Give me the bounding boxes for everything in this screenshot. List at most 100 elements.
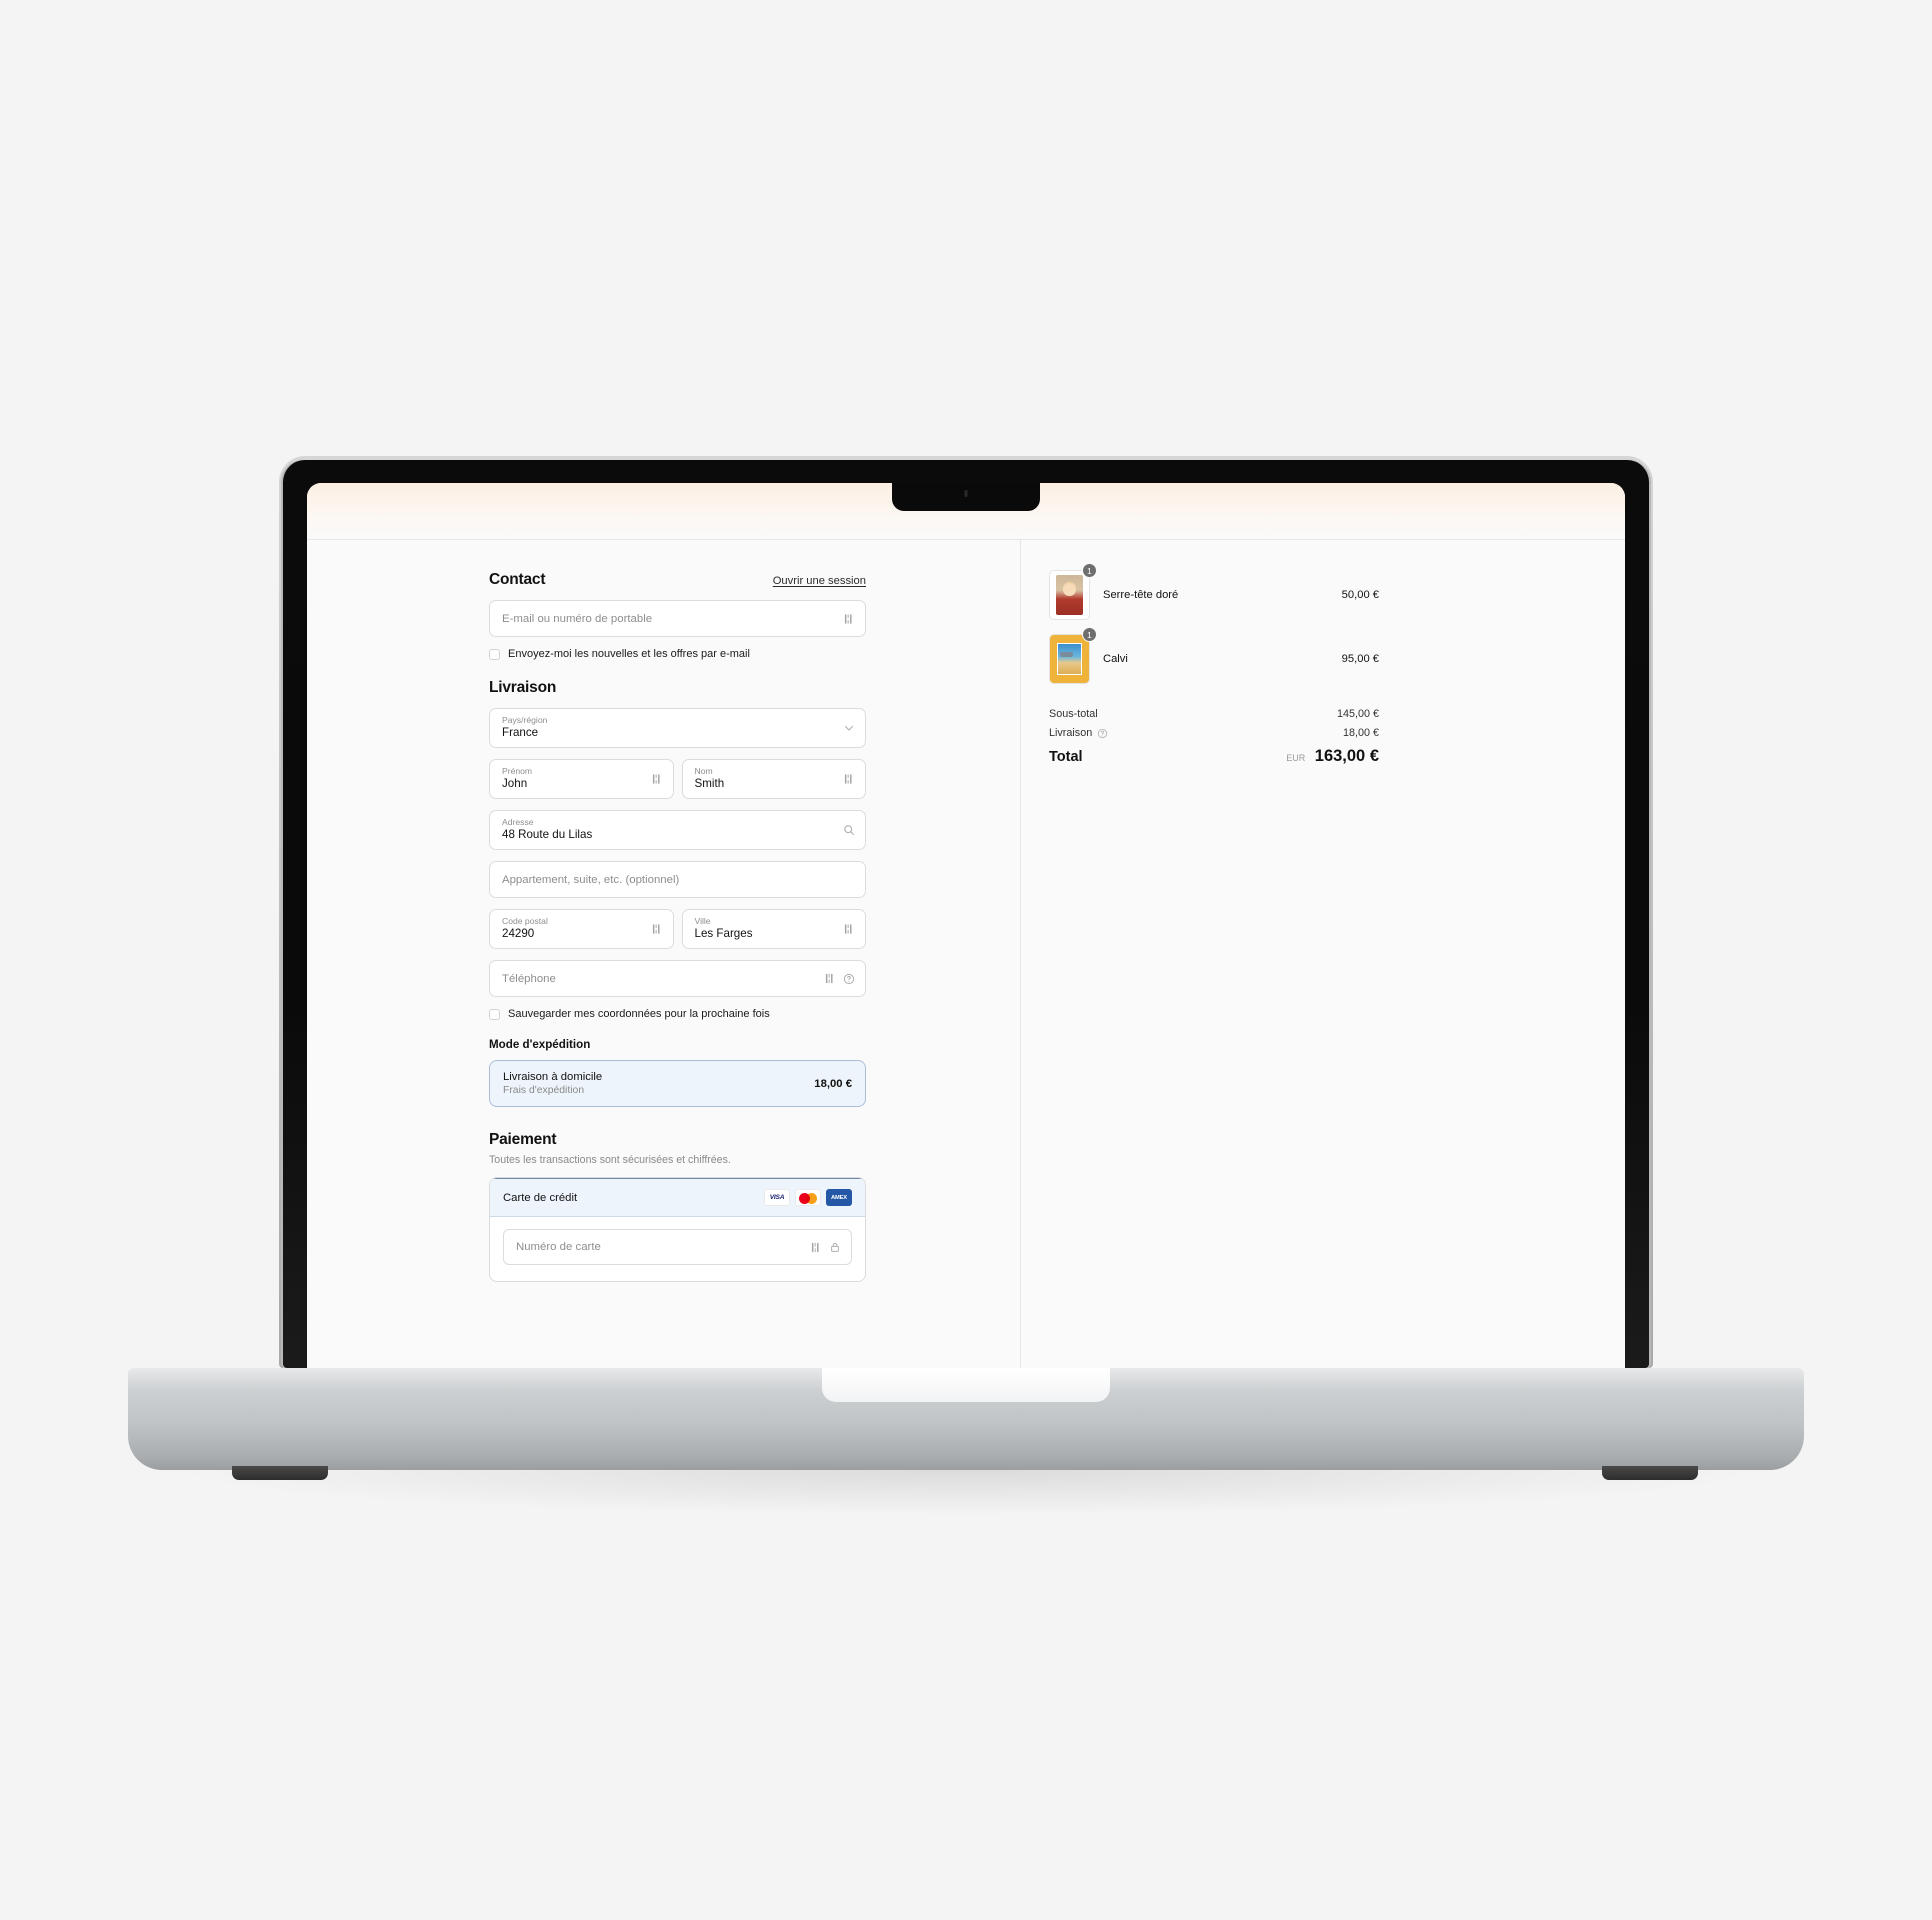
payment-heading: Paiement	[489, 1131, 557, 1148]
address-field[interactable]: Adresse 48 Route du Lilas	[489, 810, 866, 850]
help-circle-icon[interactable]	[843, 973, 855, 985]
info-circle-icon[interactable]	[1097, 728, 1108, 739]
email-field[interactable]: E-mail ou numéro de portable	[489, 600, 866, 637]
checkout-columns: Contact Ouvrir une session E-mail ou num…	[307, 540, 1625, 1368]
search-icon[interactable]	[843, 824, 855, 836]
lastname-label: Nom	[694, 765, 713, 776]
product-thumbnail-wrap: 1	[1049, 563, 1097, 620]
payment-method-credit-card[interactable]: Carte de crédit VISA AMEX	[490, 1178, 865, 1217]
postal-code-value: 24290	[502, 926, 535, 940]
card-number-field[interactable]: Numéro de carte	[503, 1229, 852, 1265]
firstname-value: John	[502, 776, 528, 790]
newsletter-label: Envoyez-moi les nouvelles et les offres …	[508, 648, 750, 660]
chevron-down-icon[interactable]	[843, 722, 855, 734]
laptop-screen: Contact Ouvrir une session E-mail ou num…	[307, 483, 1625, 1368]
postal-city-row: Code postal 24290 Ville Les Farges	[489, 898, 866, 949]
apartment-field[interactable]: Appartement, suite, etc. (optionnel)	[489, 861, 866, 898]
camera-icon	[964, 490, 968, 497]
product-name: Serre-tête doré	[1103, 589, 1179, 601]
country-label: Pays/région	[502, 714, 548, 725]
laptop-foot-left	[232, 1466, 328, 1480]
save-info-checkbox[interactable]	[489, 1008, 500, 1020]
order-summary-column: 1 Serre-tête doré 50,00 € 1 Calvi 95,00 …	[1020, 540, 1625, 1368]
list-item: 1 Calvi 95,00 €	[1049, 627, 1379, 684]
quantity-badge: 1	[1082, 563, 1097, 578]
product-name: Calvi	[1103, 653, 1128, 665]
product-image	[1049, 570, 1090, 620]
payment-method-title: Carte de crédit	[503, 1191, 578, 1204]
autofill-icon[interactable]	[825, 973, 836, 984]
shipping-option-title: Livraison à domicile	[503, 1071, 603, 1083]
autofill-icon[interactable]	[844, 924, 855, 935]
phone-placeholder: Téléphone	[502, 972, 556, 985]
laptop-shadow	[160, 1470, 1770, 1516]
payment-card-body: Numéro de carte	[490, 1217, 865, 1281]
mastercard-icon	[795, 1189, 821, 1206]
scene: Contact Ouvrir une session E-mail ou num…	[0, 0, 1932, 1920]
delivery-heading: Livraison	[489, 679, 557, 696]
total-currency: EUR	[1286, 753, 1306, 763]
laptop-foot-right	[1602, 1466, 1698, 1480]
save-info-checkbox-row[interactable]: Sauvegarder mes coordonnées pour la proc…	[489, 1008, 866, 1020]
address-label: Adresse	[502, 816, 534, 827]
shipping-label-wrap: Livraison	[1049, 727, 1108, 739]
address-icons	[843, 824, 855, 836]
country-select[interactable]: Pays/région France	[489, 708, 866, 748]
autofill-icon[interactable]	[652, 924, 663, 935]
postal-code-field[interactable]: Code postal 24290	[489, 909, 674, 949]
apartment-placeholder: Appartement, suite, etc. (optionnel)	[502, 873, 680, 886]
shipping-option-home-delivery[interactable]: Livraison à domicile Frais d'expédition …	[489, 1060, 866, 1107]
list-item: 1 Serre-tête doré 50,00 €	[1049, 563, 1379, 620]
product-price: 95,00 €	[1341, 653, 1379, 665]
checkout-form-column: Contact Ouvrir une session E-mail ou num…	[307, 540, 1020, 1368]
autofill-icon[interactable]	[811, 1242, 822, 1253]
card-brand-logos: VISA AMEX	[764, 1189, 852, 1206]
total-label: Total	[1049, 749, 1083, 765]
autofill-icon[interactable]	[844, 613, 855, 624]
subtotal-value: 145,00 €	[1336, 708, 1379, 720]
laptop-base-notch	[822, 1368, 1110, 1402]
login-link[interactable]: Ouvrir une session	[773, 575, 866, 587]
order-summary: 1 Serre-tête doré 50,00 € 1 Calvi 95,00 …	[1049, 563, 1379, 773]
shipping-method-heading: Mode d'expédition	[489, 1038, 591, 1051]
autofill-icon[interactable]	[652, 774, 663, 785]
lastname-field[interactable]: Nom Smith	[681, 759, 866, 799]
payment-method-card: Carte de crédit VISA AMEX Numéro de cart…	[489, 1177, 866, 1282]
subtotal-label: Sous-total	[1049, 708, 1098, 720]
city-icons	[844, 924, 855, 935]
postal-code-label: Code postal	[502, 915, 548, 926]
contact-heading: Contact	[489, 571, 546, 588]
country-select-icons	[843, 722, 855, 734]
total-value: 163,00 €	[1314, 747, 1379, 765]
shipping-value: 18,00 €	[1342, 727, 1379, 739]
phone-field[interactable]: Téléphone	[489, 960, 866, 997]
name-row: Prénom John Nom Smith	[489, 748, 866, 799]
contact-header: Contact Ouvrir une session	[489, 571, 866, 589]
city-field[interactable]: Ville Les Farges	[681, 909, 866, 949]
total-amount-wrap: EUR 163,00 €	[1286, 747, 1379, 766]
product-thumbnail-wrap: 1	[1049, 627, 1097, 684]
product-price: 50,00 €	[1341, 589, 1379, 601]
address-value: 48 Route du Lilas	[502, 827, 593, 841]
phone-icons	[825, 973, 855, 985]
newsletter-checkbox[interactable]	[489, 648, 500, 660]
lastname-value: Smith	[694, 776, 725, 790]
shipping-label: Livraison	[1049, 727, 1093, 739]
autofill-icon[interactable]	[844, 774, 855, 785]
save-info-label: Sauvegarder mes coordonnées pour la proc…	[508, 1008, 770, 1020]
amex-icon: AMEX	[826, 1189, 852, 1206]
total-row: Total EUR 163,00 €	[1049, 747, 1379, 766]
newsletter-checkbox-row[interactable]: Envoyez-moi les nouvelles et les offres …	[489, 648, 866, 660]
firstname-icons	[652, 774, 663, 785]
payment-security-note: Toutes les transactions sont sécurisées …	[489, 1154, 731, 1166]
shipping-option-text: Livraison à domicile Frais d'expédition	[503, 1071, 602, 1096]
postal-icons	[652, 924, 663, 935]
country-value: France	[502, 725, 539, 739]
city-value: Les Farges	[694, 926, 753, 940]
product-image	[1049, 634, 1090, 684]
shipping-row: Livraison 18,00 €	[1049, 727, 1379, 739]
shipping-option-price: 18,00 €	[814, 1077, 852, 1090]
firstname-field[interactable]: Prénom John	[489, 759, 674, 799]
lastname-icons	[844, 774, 855, 785]
card-number-placeholder: Numéro de carte	[516, 1241, 601, 1253]
